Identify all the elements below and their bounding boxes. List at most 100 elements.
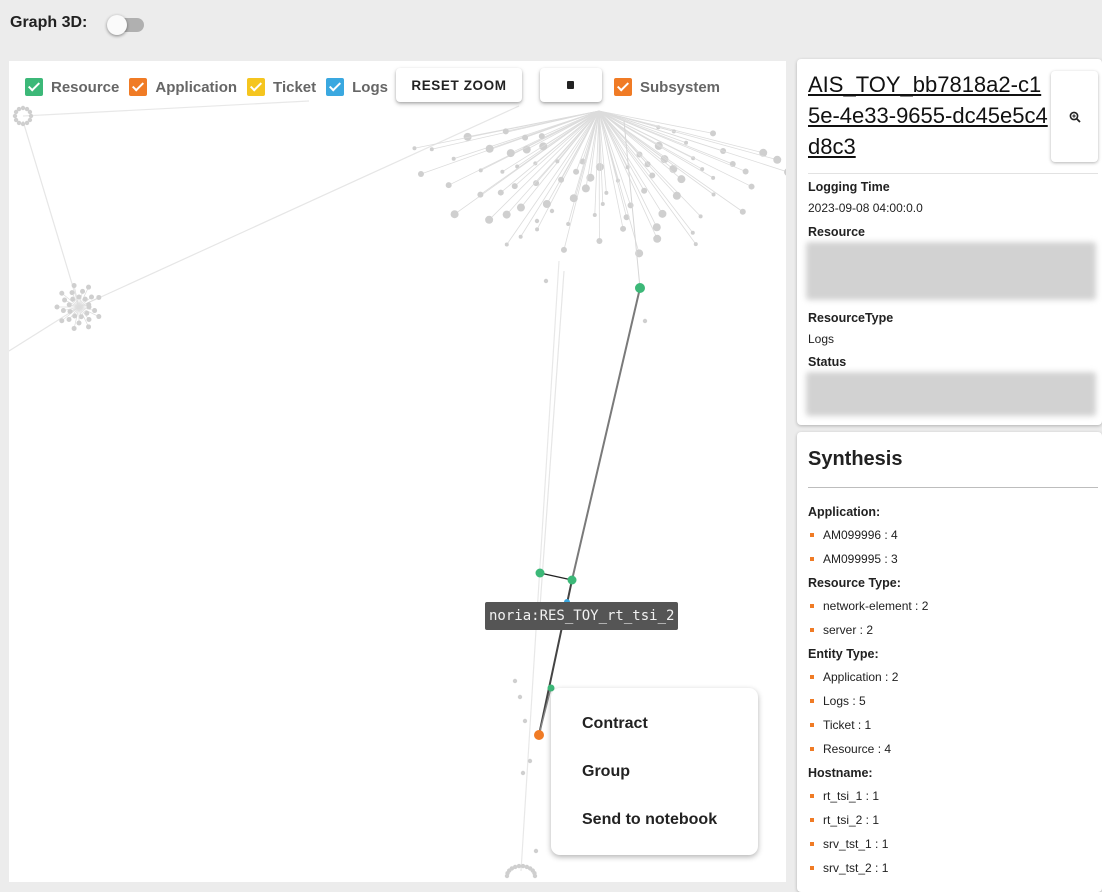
graph-node[interactable]	[500, 170, 504, 174]
screenshot-button[interactable]	[540, 68, 602, 102]
graph-node[interactable]	[641, 188, 647, 194]
graph-panel[interactable]: Resource Application Ticket Logs RESET Z…	[9, 61, 786, 882]
graph-node[interactable]	[570, 194, 578, 202]
graph-node[interactable]	[550, 209, 554, 213]
graph-node[interactable]	[543, 200, 551, 208]
graph-node[interactable]	[517, 864, 521, 868]
graph-node[interactable]	[498, 190, 504, 196]
graph-node[interactable]	[479, 168, 483, 172]
graph3d-toggle[interactable]	[110, 18, 144, 32]
graph-node[interactable]	[505, 243, 509, 247]
resource-checkbox[interactable]	[25, 78, 43, 96]
graph-node[interactable]	[694, 242, 698, 246]
graph-node[interactable]	[519, 235, 523, 239]
graph-node[interactable]	[643, 319, 647, 323]
graph-node[interactable]	[601, 202, 605, 206]
toggle-knob[interactable]	[107, 15, 127, 35]
graph-node[interactable]	[561, 247, 567, 253]
menu-item-group[interactable]: Group	[582, 763, 630, 781]
graph-node[interactable]	[72, 326, 77, 331]
graph-node[interactable]	[96, 314, 101, 319]
graph-node[interactable]	[535, 219, 539, 223]
legend-logs[interactable]: Logs	[326, 78, 388, 96]
graph-node[interactable]	[710, 130, 716, 136]
graph-node[interactable]	[711, 176, 715, 180]
graph-node[interactable]	[658, 210, 666, 218]
graph-node[interactable]	[451, 210, 459, 218]
graph-node[interactable]	[412, 146, 416, 150]
graph-node[interactable]	[430, 147, 434, 151]
graph-node[interactable]	[452, 157, 456, 161]
graph-node[interactable]	[555, 159, 559, 163]
subsystem-checkbox[interactable]	[614, 78, 632, 96]
graph-node[interactable]	[673, 192, 681, 200]
graph-node[interactable]	[535, 227, 539, 231]
legend-ticket[interactable]: Ticket	[247, 78, 316, 96]
graph-node[interactable]	[534, 849, 538, 853]
graph-node[interactable]	[72, 283, 77, 288]
graph-node[interactable]	[92, 308, 97, 313]
graph-node[interactable]	[558, 177, 564, 183]
graph-node[interactable]	[521, 771, 525, 775]
legend-application[interactable]: Application	[129, 78, 237, 96]
graph-node[interactable]	[477, 192, 483, 198]
graph-node[interactable]	[67, 317, 72, 322]
graph-node[interactable]	[653, 235, 661, 243]
graph-node[interactable]	[512, 183, 518, 189]
graph-node[interactable]	[55, 305, 60, 310]
resource-node[interactable]	[568, 576, 577, 585]
graph-node[interactable]	[620, 226, 626, 232]
entity-title-link[interactable]: AIS_TOY_bb7818a2-c15e-4e33-9655-dc45e5c4…	[808, 69, 1048, 162]
graph-node[interactable]	[446, 182, 452, 188]
graph-node[interactable]	[80, 289, 85, 294]
resource-node[interactable]	[536, 569, 545, 578]
graph-node[interactable]	[503, 128, 509, 134]
graph-node[interactable]	[486, 145, 494, 153]
graph-node[interactable]	[533, 874, 537, 878]
graph-node[interactable]	[522, 135, 528, 141]
graph-node[interactable]	[517, 204, 525, 212]
graph-node[interactable]	[485, 216, 493, 224]
graph-node[interactable]	[749, 184, 755, 190]
graph-node[interactable]	[743, 168, 749, 174]
zoom-to-node-button[interactable]	[1051, 71, 1098, 162]
graph-node[interactable]	[712, 192, 716, 196]
graph-node[interactable]	[593, 213, 597, 217]
graph-node[interactable]	[29, 114, 33, 118]
graph-node[interactable]	[507, 149, 515, 157]
graph-node[interactable]	[523, 719, 527, 723]
menu-item-contract[interactable]: Contract	[582, 715, 648, 733]
graph-node[interactable]	[79, 314, 84, 319]
graph-node[interactable]	[14, 118, 18, 122]
graph-node[interactable]	[582, 184, 590, 192]
graph-node[interactable]	[59, 318, 64, 323]
graph-node[interactable]	[503, 211, 511, 219]
graph-node[interactable]	[784, 168, 786, 176]
graph-node[interactable]	[86, 324, 91, 329]
graph-node[interactable]	[62, 298, 67, 303]
graph-node[interactable]	[86, 285, 91, 290]
graph-node[interactable]	[691, 231, 695, 235]
graph-node[interactable]	[513, 865, 517, 869]
graph-node[interactable]	[518, 695, 522, 699]
graph-node[interactable]	[740, 209, 746, 215]
graph-node[interactable]	[86, 302, 91, 307]
graph-node[interactable]	[521, 864, 525, 868]
legend-resource[interactable]: Resource	[25, 78, 119, 96]
graph-node[interactable]	[70, 290, 75, 295]
graph-node[interactable]	[86, 317, 91, 322]
menu-item-send-to-notebook[interactable]: Send to notebook	[582, 811, 717, 829]
graph-node[interactable]	[61, 308, 66, 313]
application-node[interactable]	[534, 730, 544, 740]
graph-node[interactable]	[653, 223, 661, 231]
reset-zoom-button[interactable]: RESET ZOOM	[396, 68, 522, 102]
graph-node[interactable]	[677, 175, 685, 183]
graph-node[interactable]	[604, 191, 608, 195]
graph-node[interactable]	[77, 321, 82, 326]
graph-node[interactable]	[684, 141, 688, 145]
logs-checkbox[interactable]	[326, 78, 344, 96]
graph-node[interactable]	[649, 172, 655, 178]
graph-node[interactable]	[544, 279, 548, 283]
graph-node[interactable]	[13, 114, 17, 118]
graph-node[interactable]	[25, 121, 29, 125]
